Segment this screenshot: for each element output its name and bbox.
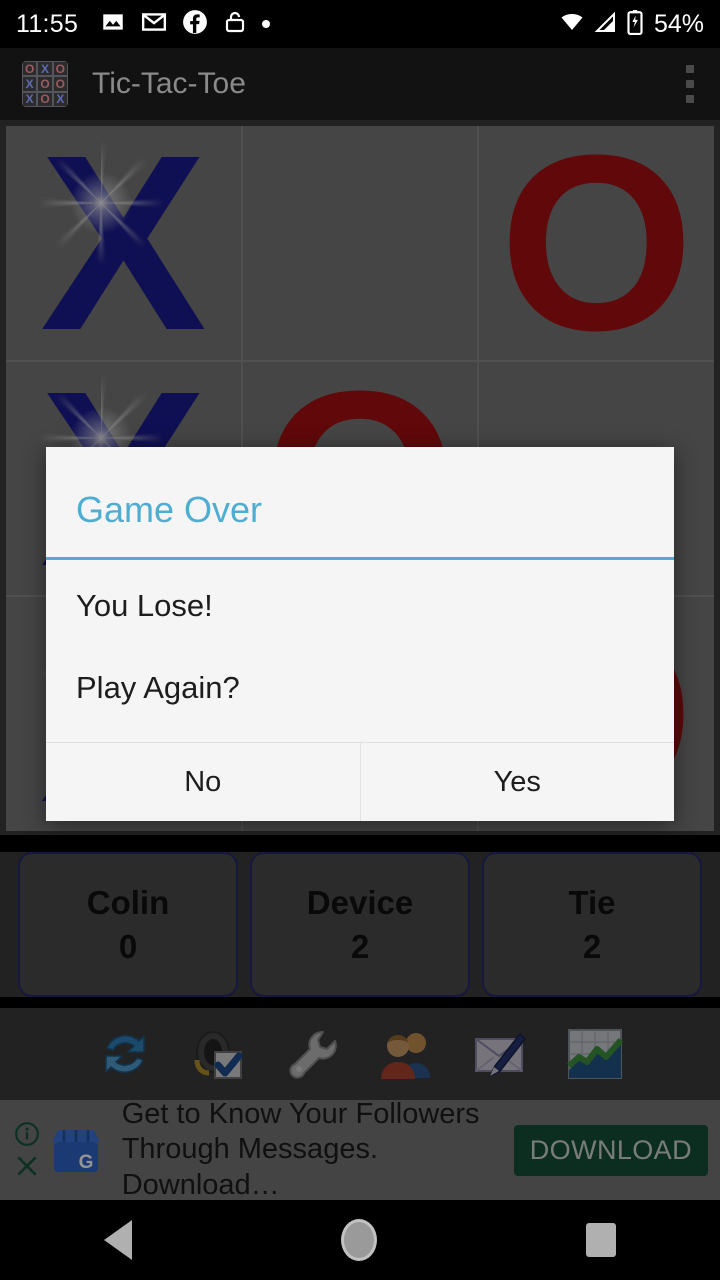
recents-nav-icon[interactable] [585, 1223, 616, 1257]
compose-mail-icon[interactable] [469, 1022, 533, 1086]
battery-charging-icon [626, 9, 644, 40]
status-bar-notification-icons [100, 9, 271, 40]
ad-close-icon[interactable] [14, 1153, 40, 1179]
ad-line-2: Through Messages. Download… [121, 1133, 379, 1201]
ad-controls [12, 1121, 42, 1179]
board-cell[interactable]: X [6, 126, 241, 360]
status-bar-system-icons: 54% [558, 9, 704, 40]
dialog-message-line-2: Play Again? [76, 670, 240, 705]
dialog-message-line-1: You Lose! [76, 588, 213, 623]
score-label: Colin [86, 883, 170, 921]
phone-screen: 11:55 54% O X O X O O X O X Tic-Tac-Toe … [0, 0, 720, 1280]
score-value: 2 [582, 927, 602, 965]
ad-copy: Get to Know Your Followers Through Messa… [122, 1097, 514, 1203]
battery-percentage: 54% [653, 9, 704, 38]
dialog-yes-button[interactable]: Yes [359, 743, 674, 821]
back-nav-icon[interactable] [104, 1220, 133, 1260]
cell-mark: X [39, 126, 207, 360]
score-label: Device [306, 883, 414, 921]
ad-info-icon[interactable] [14, 1121, 40, 1147]
gmail-icon [141, 9, 167, 40]
score-value: 2 [350, 927, 370, 965]
ad-line-1: Get to Know Your Followers [121, 1097, 480, 1130]
dialog-title: Game Over [76, 489, 263, 530]
score-label: Tie [568, 883, 616, 921]
facebook-icon [182, 9, 208, 40]
scoreboard: Colin 0 Device 2 Tie 2 [0, 852, 720, 997]
status-bar-clock: 11:55 [16, 9, 79, 38]
dialog-actions: No Yes [46, 743, 674, 821]
sound-check-icon[interactable] [187, 1022, 251, 1086]
board-cell[interactable] [242, 126, 478, 360]
page-title: Tic-Tac-Toe [92, 67, 246, 100]
dialog-message: You Lose! Play Again? [46, 560, 674, 742]
ad-banner[interactable]: G Get to Know Your Followers Through Mes… [0, 1097, 720, 1203]
dot-icon [262, 20, 271, 28]
app-bar: OXO XOO XOX Tic-Tac-Toe [0, 48, 720, 120]
overflow-menu-icon[interactable] [682, 59, 698, 109]
status-bar: 11:55 54% [0, 0, 720, 48]
dialog-no-button[interactable]: No [46, 743, 360, 821]
svg-text:G: G [78, 1152, 93, 1173]
cell-mark: O [499, 126, 694, 360]
score-player[interactable]: Colin 0 [18, 852, 238, 997]
stats-chart-icon[interactable] [563, 1022, 627, 1086]
home-nav-icon[interactable] [340, 1219, 377, 1261]
photos-icon [100, 9, 126, 40]
score-tie[interactable]: Tie 2 [482, 852, 702, 997]
refresh-icon[interactable] [93, 1022, 157, 1086]
board-cell[interactable]: O [479, 126, 714, 360]
navigation-bar [0, 1200, 720, 1280]
tic-tac-toe-app-icon: OXO XOO XOX [22, 61, 68, 107]
friends-icon[interactable] [375, 1022, 439, 1086]
ad-download-button[interactable]: DOWNLOAD [513, 1124, 708, 1176]
unlock-icon [223, 9, 247, 40]
cellular-signal-icon [594, 10, 618, 39]
score-value: 0 [118, 927, 138, 965]
wrench-icon[interactable] [281, 1022, 345, 1086]
bottom-toolbar [0, 1008, 720, 1100]
score-device[interactable]: Device 2 [250, 852, 470, 997]
game-over-dialog: Game Over You Lose! Play Again? No Yes [46, 447, 674, 821]
google-my-business-icon: G [48, 1122, 104, 1178]
wifi-icon [558, 10, 586, 39]
